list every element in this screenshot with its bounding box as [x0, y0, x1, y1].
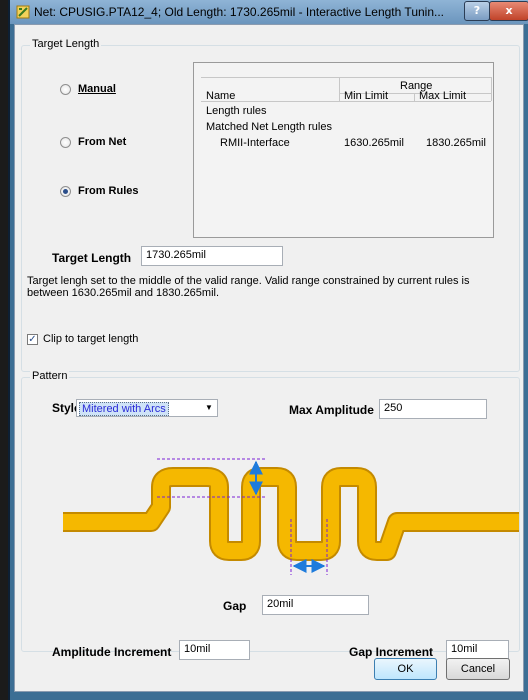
gap-label: Gap [223, 599, 247, 613]
radio-from-net-circle[interactable] [60, 136, 71, 148]
target-length-label: Target Length [52, 251, 131, 265]
ok-button[interactable]: OK [374, 658, 437, 680]
style-dropdown-value[interactable]: Mitered with Arcs [79, 402, 169, 416]
tuning-pattern-diagram [63, 458, 519, 575]
name-column-header[interactable]: Name [206, 90, 235, 102]
radio-manual[interactable]: Manual [60, 83, 116, 95]
gap-increment-label: Gap Increment [349, 645, 434, 659]
radio-from-net-label: From Net [78, 136, 127, 148]
rule-row-name[interactable]: RMII-Interface [220, 137, 290, 149]
clip-to-target-checkbox[interactable]: ✓ Clip to target length [27, 333, 138, 345]
gap-input[interactable]: 20mil [262, 595, 369, 615]
radio-from-net[interactable]: From Net [60, 136, 126, 148]
target-length-label-text: Target Length [52, 251, 132, 265]
radio-manual-label: Manual [78, 83, 116, 95]
rule-row-max: 1830.265mil [426, 137, 486, 149]
target-length-description: Target lengh set to the middle of the va… [27, 275, 470, 299]
radio-from-rules-label: From Rules [78, 185, 139, 197]
pattern-group-title: Pattern [30, 370, 70, 382]
checkmark-icon[interactable]: ✓ [27, 333, 38, 345]
rule-row-name: Matched Net Length rules [206, 121, 332, 133]
amplitude-increment-input[interactable]: 10mil [179, 640, 250, 660]
title-bar[interactable]: Net: CPUSIG.PTA12_4; Old Length: 1730.26… [10, 0, 528, 24]
style-dropdown[interactable]: Mitered with Arcs ▼ [76, 399, 218, 417]
target-length-group-title: Target Length [30, 38, 102, 50]
app-icon [16, 5, 30, 19]
target-length-input[interactable]: 1730.265mil [141, 246, 283, 266]
rules-table[interactable]: Range Name Min Limit Max Limit Length ru… [193, 62, 494, 238]
table-top-line [201, 77, 491, 78]
radio-from-rules-circle[interactable] [60, 185, 71, 197]
max-limit-column-header[interactable]: Max Limit [419, 90, 466, 102]
max-amplitude-label: Max Amplitude [289, 403, 374, 417]
radio-manual-circle[interactable] [60, 83, 71, 95]
clip-to-target-label: Clip to target length [43, 333, 139, 345]
dialog-client: Target Length Manual From Net From Rules… [14, 24, 524, 692]
rule-row-min: 1630.265mil [344, 137, 404, 149]
gap-increment-input[interactable]: 10mil [446, 640, 509, 660]
rule-row-name: Length rules [206, 105, 267, 117]
max-amplitude-input[interactable]: 250 [379, 399, 487, 419]
window-title: Net: CPUSIG.PTA12_4; Old Length: 1730.26… [34, 5, 445, 19]
close-button[interactable]: x [489, 1, 528, 21]
min-limit-column-header[interactable]: Min Limit [344, 90, 388, 102]
cancel-button[interactable]: Cancel [446, 658, 510, 680]
table-col-divider-2 [414, 94, 415, 101]
radio-from-rules[interactable]: From Rules [60, 185, 139, 197]
dropdown-arrow-icon[interactable]: ▼ [201, 400, 217, 416]
help-button[interactable]: ? [464, 1, 490, 21]
amplitude-increment-label: Amplitude Increment [52, 645, 172, 659]
table-col-divider-3 [491, 77, 492, 101]
dialog-window: Net: CPUSIG.PTA12_4; Old Length: 1730.26… [8, 0, 528, 700]
table-col-divider-1 [339, 77, 340, 101]
